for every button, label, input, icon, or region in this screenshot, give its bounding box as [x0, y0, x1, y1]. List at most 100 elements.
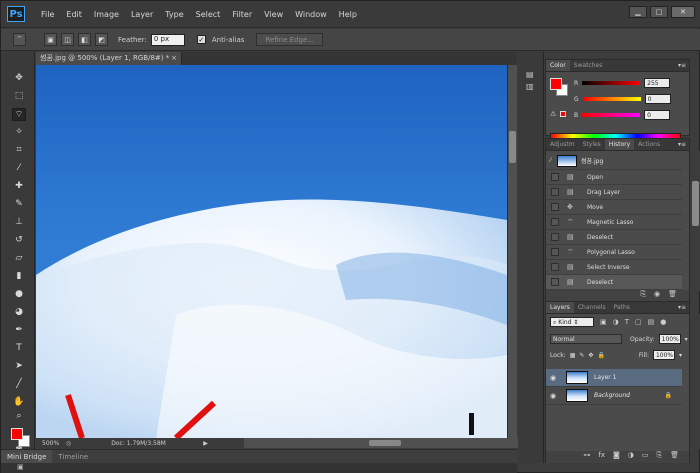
red-value[interactable]: 255 — [644, 78, 671, 88]
foreground-color-swatch[interactable] — [11, 428, 23, 440]
blue-slider[interactable] — [582, 113, 641, 117]
filter-shape-icon[interactable]: ▢ — [635, 318, 642, 326]
layer-name[interactable]: Background — [594, 392, 630, 399]
history-source-checkbox[interactable] — [551, 263, 559, 271]
menu-file[interactable]: File — [35, 10, 60, 19]
history-snapshot-row[interactable]: ⁄ 썸꿈.jpg — [546, 152, 682, 170]
history-dock-icon[interactable]: ▤ — [526, 70, 536, 80]
new-selection-icon[interactable]: ▣ — [44, 33, 57, 46]
history-step[interactable]: ▤ Drag Layer — [546, 185, 682, 200]
fill-input[interactable]: 100% — [652, 350, 675, 360]
tab-history[interactable]: History — [604, 139, 635, 150]
add-mask-icon[interactable]: ◙ — [613, 451, 620, 463]
tab-swatches[interactable]: Swatches — [570, 60, 607, 71]
color-panel-foreground[interactable] — [550, 78, 562, 90]
history-source-checkbox[interactable] — [551, 248, 559, 256]
move-tool-icon[interactable]: ✥ — [12, 72, 26, 85]
intersect-selection-icon[interactable]: ◩ — [95, 33, 108, 46]
blue-value[interactable]: 0 — [644, 110, 671, 120]
history-step[interactable]: ▤ Select Inverse — [546, 260, 682, 275]
menu-layer[interactable]: Layer — [125, 10, 159, 19]
menu-filter[interactable]: Filter — [226, 10, 258, 19]
canvas-horizontal-scrollbar[interactable] — [244, 438, 544, 448]
feather-input[interactable]: 0 px — [150, 33, 185, 46]
marquee-tool-icon[interactable]: ⬚ — [12, 90, 26, 103]
type-tool-icon[interactable]: T — [12, 342, 26, 355]
minimize-button[interactable]: ▁ — [629, 6, 647, 18]
opacity-dropdown-icon[interactable]: ▾ — [685, 336, 688, 343]
history-source-checkbox[interactable] — [551, 218, 559, 226]
lock-transparent-icon[interactable]: ▦ — [570, 352, 576, 359]
refine-edge-button[interactable]: Refine Edge... — [256, 33, 323, 46]
lock-pixels-icon[interactable]: ✎ — [579, 352, 584, 359]
history-panel-menu-icon[interactable]: ▾≡ — [678, 139, 689, 150]
history-source-checkbox[interactable] — [551, 188, 559, 196]
properties-dock-icon[interactable]: ▥ — [526, 82, 536, 92]
new-group-icon[interactable]: ▭ — [642, 451, 649, 463]
tab-channels[interactable]: Channels — [574, 302, 610, 313]
tab-color[interactable]: Color — [546, 60, 570, 71]
menu-type[interactable]: Type — [159, 10, 189, 19]
close-document-icon[interactable]: × — [171, 52, 177, 65]
filter-pixel-icon[interactable]: ▣ — [600, 318, 607, 326]
shape-tool-icon[interactable]: ╱ — [12, 378, 26, 391]
tab-mini-bridge[interactable]: Mini Bridge — [1, 449, 53, 464]
blend-mode-select[interactable]: Normal — [550, 334, 622, 344]
history-source-checkbox[interactable] — [551, 233, 559, 241]
visibility-eye-icon[interactable]: ◉ — [546, 374, 560, 382]
tab-layers[interactable]: Layers — [546, 302, 574, 313]
new-snapshot-icon[interactable]: ◉ — [654, 290, 660, 301]
polygonal-lasso-preset-icon[interactable]: ⌔ — [13, 33, 26, 46]
tab-paths[interactable]: Paths — [610, 302, 634, 313]
gradient-tool-icon[interactable]: ▮ — [12, 270, 26, 283]
layer-row-layer-1[interactable]: ◉ Layer 1 — [546, 369, 682, 387]
history-scrollbar[interactable] — [691, 151, 700, 291]
clone-stamp-tool-icon[interactable]: ⊥ — [12, 216, 26, 229]
fill-dropdown-icon[interactable]: ▾ — [679, 352, 682, 359]
hand-tool-icon[interactable]: ✋ — [12, 396, 26, 409]
link-layers-icon[interactable]: ⊶ — [583, 451, 590, 463]
vertical-scroll-thumb[interactable] — [509, 131, 516, 163]
document-tab[interactable]: 썸꿈.jpg @ 500% (Layer 1, RGB/8#) * × — [36, 52, 182, 65]
visibility-eye-icon[interactable]: ◉ — [546, 392, 560, 400]
history-step-current[interactable]: ▤ Deselect — [546, 275, 682, 290]
tab-timeline[interactable]: Timeline — [52, 450, 94, 464]
antialias-checkbox[interactable]: ✓ — [196, 35, 206, 44]
menu-help[interactable]: Help — [333, 10, 363, 19]
layers-panel-menu-icon[interactable]: ▾≡ — [678, 302, 689, 313]
image-canvas[interactable] — [36, 65, 507, 438]
color-panel-menu-icon[interactable]: ▾≡ — [678, 60, 689, 71]
status-menu-arrow-icon[interactable]: ▶ — [203, 440, 208, 447]
zoom-tool-icon[interactable]: ⌕ — [12, 410, 26, 423]
tab-styles[interactable]: Styles — [579, 139, 605, 150]
crop-tool-icon[interactable]: ⌗ — [12, 144, 26, 157]
zoom-options-icon[interactable]: ◎ — [66, 440, 71, 447]
history-step[interactable]: ▤ Open — [546, 170, 682, 185]
layer-row-background[interactable]: ◉ Background 🔒 — [546, 387, 682, 405]
history-source-checkbox[interactable] — [551, 173, 559, 181]
lasso-tool-icon[interactable]: ⌔ — [12, 108, 26, 121]
filter-type-icon[interactable]: T — [625, 318, 629, 326]
lock-position-icon[interactable]: ✥ — [588, 352, 593, 359]
layer-name[interactable]: Layer 1 — [594, 374, 616, 381]
layer-filter-select[interactable]: ⌕ Kind ⇕ — [550, 317, 594, 327]
subtract-selection-icon[interactable]: ◧ — [78, 33, 91, 46]
new-document-from-state-icon[interactable]: ⎘ — [640, 290, 646, 301]
horizontal-scroll-thumb[interactable] — [369, 440, 401, 446]
gamut-warning-icon[interactable]: ⚠ — [550, 110, 556, 118]
delete-state-icon[interactable]: 🗑 — [668, 290, 677, 301]
menu-select[interactable]: Select — [190, 10, 227, 19]
history-step[interactable]: ▤ Deselect — [546, 230, 682, 245]
menu-image[interactable]: Image — [88, 10, 125, 19]
filter-adjustment-icon[interactable]: ◑ — [613, 318, 619, 326]
eyedropper-tool-icon[interactable]: ⁄ — [12, 162, 26, 175]
gamut-swatch[interactable] — [560, 111, 566, 117]
path-selection-tool-icon[interactable]: ➤ — [12, 360, 26, 373]
history-step[interactable]: ✥ Move — [546, 200, 682, 215]
layers-scrollbar[interactable] — [691, 314, 700, 449]
add-selection-icon[interactable]: ◫ — [61, 33, 74, 46]
workspace-toggle-icon[interactable]: ▣ — [17, 463, 24, 471]
eraser-tool-icon[interactable]: ▱ — [12, 252, 26, 265]
brush-tool-icon[interactable]: ✎ — [12, 198, 26, 211]
tab-actions[interactable]: Actions — [634, 139, 664, 150]
